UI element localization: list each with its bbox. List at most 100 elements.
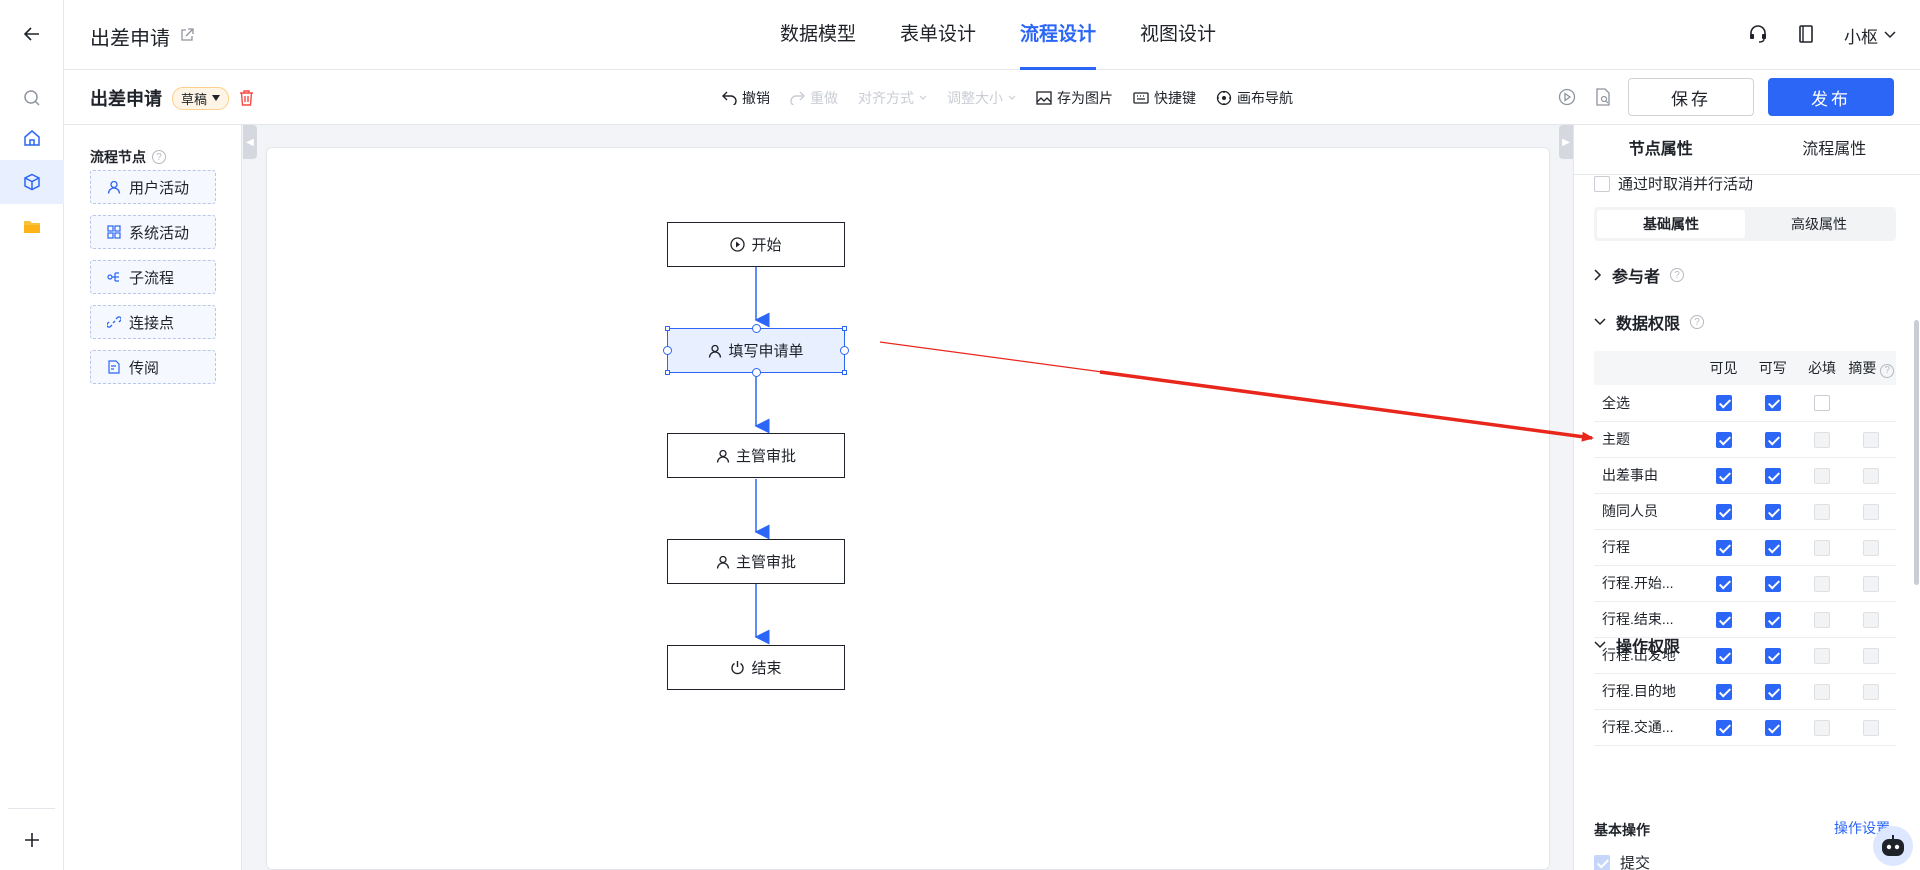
summary-checkbox[interactable] <box>1863 575 1880 592</box>
submit-operation-option[interactable]: 提交 <box>1594 852 1650 870</box>
section-data-permissions[interactable]: 数据权限 ? <box>1594 310 1705 334</box>
cancel-parallel-option[interactable]: 通过时取消并行活动 <box>1594 173 1753 194</box>
redo-button[interactable]: 重做 <box>790 88 838 108</box>
required-checkbox[interactable] <box>1814 647 1831 664</box>
summary-checkbox[interactable] <box>1863 539 1880 556</box>
resize-handle[interactable] <box>665 370 670 375</box>
publish-button[interactable]: 发布 <box>1768 78 1894 116</box>
shortcuts-button[interactable]: 快捷键 <box>1133 88 1196 108</box>
required-checkbox[interactable] <box>1814 611 1831 628</box>
tab-advanced-properties[interactable]: 高级属性 <box>1745 210 1893 238</box>
required-checkbox[interactable] <box>1814 683 1831 700</box>
writable-checkbox[interactable] <box>1764 503 1781 520</box>
submit-checkbox[interactable] <box>1594 854 1610 870</box>
summary-checkbox[interactable] <box>1863 503 1880 520</box>
headset-icon[interactable] <box>1748 24 1768 47</box>
summary-checkbox[interactable] <box>1863 719 1880 736</box>
section-operation-permissions[interactable]: 操作权限 <box>1594 633 1680 657</box>
canvas-nav-button[interactable]: 画布导航 <box>1216 88 1293 108</box>
tab-process-design[interactable]: 流程设计 <box>1020 0 1097 70</box>
flow-node-end[interactable]: 结束 <box>667 645 845 690</box>
panel-scrollbar[interactable] <box>1914 320 1919 585</box>
validate-doc-icon[interactable] <box>1592 86 1614 108</box>
save-image-button[interactable]: 存为图片 <box>1036 88 1113 108</box>
tab-basic-properties[interactable]: 基础属性 <box>1597 210 1745 238</box>
required-checkbox[interactable] <box>1814 539 1831 556</box>
tab-data-model[interactable]: 数据模型 <box>780 0 856 70</box>
required-checkbox[interactable] <box>1814 503 1831 520</box>
align-dropdown[interactable]: 对齐方式 <box>858 88 927 108</box>
search-icon[interactable] <box>0 76 64 120</box>
flow-node-approval-1[interactable]: 主管审批 <box>667 433 845 478</box>
delete-icon[interactable] <box>239 90 254 106</box>
visible-checkbox[interactable] <box>1715 395 1732 412</box>
tab-view-design[interactable]: 视图设计 <box>1140 0 1216 70</box>
user-menu[interactable]: 小枢 <box>1844 23 1896 48</box>
tab-process-properties[interactable]: 流程属性 <box>1748 125 1920 174</box>
back-arrow-icon[interactable] <box>0 12 64 56</box>
flow-canvas[interactable] <box>266 147 1550 870</box>
writable-checkbox[interactable] <box>1764 611 1781 628</box>
run-preview-icon[interactable] <box>1556 86 1578 108</box>
visible-checkbox[interactable] <box>1715 503 1732 520</box>
palette-item-connector[interactable]: 连接点 <box>90 305 216 339</box>
palette-item-user-activity[interactable]: 用户活动 <box>90 170 216 204</box>
writable-checkbox[interactable] <box>1764 719 1781 736</box>
flow-node-approval-2[interactable]: 主管审批 <box>667 539 845 584</box>
required-checkbox[interactable] <box>1814 467 1831 484</box>
visible-checkbox[interactable] <box>1715 683 1732 700</box>
help-icon[interactable]: ? <box>1880 363 1895 378</box>
connect-handle-top[interactable] <box>752 324 761 333</box>
connect-handle-left[interactable] <box>663 346 672 355</box>
summary-checkbox[interactable] <box>1863 647 1880 664</box>
app-cube-icon[interactable] <box>0 160 64 204</box>
resize-handle[interactable] <box>665 326 670 331</box>
assistant-bot-icon[interactable] <box>1873 826 1913 866</box>
required-checkbox[interactable] <box>1814 575 1831 592</box>
writable-checkbox[interactable] <box>1764 431 1781 448</box>
writable-checkbox[interactable] <box>1764 395 1781 412</box>
palette-item-circulate[interactable]: 传阅 <box>90 350 216 384</box>
undo-button[interactable]: 撤销 <box>722 88 770 108</box>
visible-checkbox[interactable] <box>1715 575 1732 592</box>
palette-item-subprocess[interactable]: 子流程 <box>90 260 216 294</box>
writable-checkbox[interactable] <box>1764 467 1781 484</box>
help-icon[interactable]: ? <box>1670 268 1685 282</box>
writable-checkbox[interactable] <box>1764 575 1781 592</box>
help-icon[interactable]: ? <box>1690 315 1705 329</box>
required-checkbox[interactable] <box>1814 719 1831 736</box>
required-checkbox[interactable] <box>1814 395 1831 412</box>
external-link-icon[interactable] <box>180 25 194 48</box>
tab-node-properties[interactable]: 节点属性 <box>1574 125 1748 174</box>
collapse-right-panel-button[interactable]: ▶ <box>1559 125 1573 159</box>
book-icon[interactable] <box>1798 24 1814 46</box>
writable-checkbox[interactable] <box>1764 683 1781 700</box>
folder-icon[interactable] <box>0 205 64 249</box>
connect-handle-bottom[interactable] <box>752 368 761 377</box>
required-checkbox[interactable] <box>1814 431 1831 448</box>
tab-form-design[interactable]: 表单设计 <box>900 0 976 70</box>
visible-checkbox[interactable] <box>1715 467 1732 484</box>
flow-node-fill-form[interactable]: 填写申请单 <box>663 324 849 377</box>
collapse-left-panel-button[interactable]: ◀ <box>243 125 257 159</box>
help-icon[interactable]: ? <box>152 150 166 164</box>
connect-handle-right[interactable] <box>840 346 849 355</box>
resize-handle[interactable] <box>842 370 847 375</box>
summary-checkbox[interactable] <box>1863 431 1880 448</box>
section-participants[interactable]: 参与者 ? <box>1594 263 1685 287</box>
cancel-parallel-checkbox[interactable] <box>1594 175 1610 192</box>
writable-checkbox[interactable] <box>1764 539 1781 556</box>
resize-dropdown[interactable]: 调整大小 <box>947 88 1016 108</box>
summary-checkbox[interactable] <box>1863 467 1880 484</box>
visible-checkbox[interactable] <box>1715 611 1732 628</box>
status-dropdown[interactable]: 草稿 <box>172 86 230 110</box>
visible-checkbox[interactable] <box>1715 719 1732 736</box>
home-icon[interactable] <box>0 116 64 160</box>
visible-checkbox[interactable] <box>1715 539 1732 556</box>
summary-checkbox[interactable] <box>1863 683 1880 700</box>
flow-node-start[interactable]: 开始 <box>667 222 845 267</box>
plus-icon[interactable] <box>0 818 64 862</box>
save-button[interactable]: 保存 <box>1628 78 1754 116</box>
resize-handle[interactable] <box>842 326 847 331</box>
summary-checkbox[interactable] <box>1863 611 1880 628</box>
